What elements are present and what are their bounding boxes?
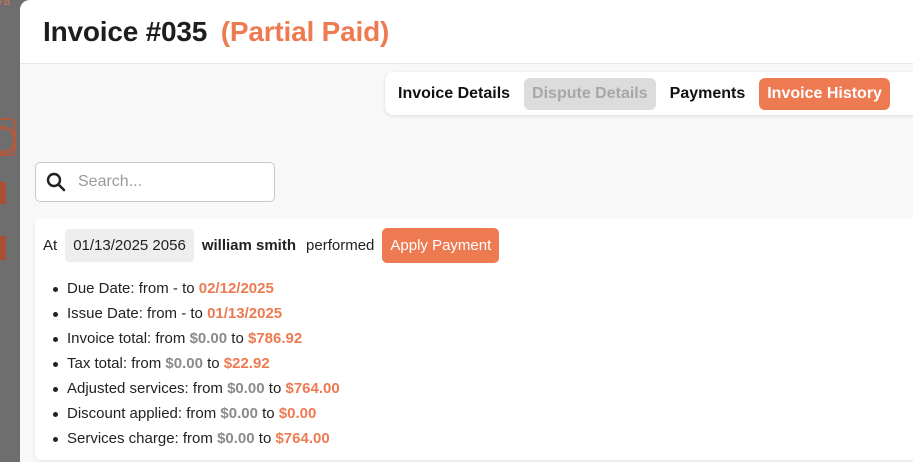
status-badge: (Partial Paid): [220, 15, 390, 47]
change-old-value: $0.00: [220, 405, 258, 422]
page-title: Invoice #035 (Partial Paid): [43, 16, 389, 48]
search-icon: [46, 172, 66, 192]
change-item-invoice-total: Invoice total: from $0.00 to $786.92: [53, 330, 340, 355]
change-item-services-charge: Services charge: from $0.00 to $764.00: [53, 430, 340, 455]
tab-invoice-details[interactable]: Invoice Details: [390, 78, 518, 110]
invoice-number: Invoice #035: [43, 15, 208, 47]
change-old-value: $0.00: [217, 430, 255, 447]
entry-timestamp: 01/13/2025 2056: [65, 228, 194, 262]
tab-payments[interactable]: Payments: [662, 78, 754, 110]
change-new-value: $764.00: [285, 380, 340, 397]
change-item-issue-date: Issue Date: from - to 01/13/2025: [53, 305, 340, 330]
entry-prefix: At: [43, 236, 58, 254]
backdrop-bar-icon: [0, 236, 6, 260]
change-new-value: $786.92: [247, 330, 303, 347]
backdrop-ring-icon: [0, 118, 16, 156]
invoice-modal: Invoice #035 (Partial Paid) Invoice Deta…: [20, 0, 913, 462]
change-new-value: $0.00: [278, 405, 317, 422]
backdrop-text-fragment: va: [0, 0, 11, 8]
search-input[interactable]: [78, 173, 258, 191]
entry-verb: performed: [306, 236, 375, 254]
tab-invoice-history[interactable]: Invoice History: [759, 77, 890, 110]
change-new-value: $22.92: [223, 355, 270, 372]
tab-bar: Invoice Details Dispute Details Payments…: [385, 72, 913, 115]
change-item-tax-total: Tax total: from $0.00 to $22.92: [53, 355, 340, 380]
change-item-due-date: Due Date: from - to 02/12/2025: [53, 280, 340, 305]
change-new-value: 02/12/2025: [198, 280, 274, 297]
change-old-value: $0.00: [165, 355, 203, 372]
entry-action-badge: Apply Payment: [382, 227, 500, 263]
backdrop-square-icon: [0, 182, 6, 204]
change-list: Due Date: from - to 02/12/2025 Issue Dat…: [53, 280, 340, 455]
entry-user: william smith: [201, 236, 297, 254]
modal-header: Invoice #035 (Partial Paid): [20, 0, 913, 64]
search-box[interactable]: [35, 162, 275, 202]
change-old-value: $0.00: [227, 380, 265, 397]
change-item-adjusted-services: Adjusted services: from $0.00 to $764.00: [53, 380, 340, 405]
change-new-value: 01/13/2025: [207, 305, 283, 322]
change-new-value: $764.00: [275, 430, 330, 447]
page-backdrop: va: [0, 0, 20, 462]
change-old-value: $0.00: [189, 330, 228, 347]
history-entry: At 01/13/2025 2056 william smith perform…: [35, 218, 913, 460]
change-item-discount-applied: Discount applied: from $0.00 to $0.00: [53, 405, 340, 430]
tab-dispute-details: Dispute Details: [524, 77, 656, 110]
history-entry-header: At 01/13/2025 2056 william smith perform…: [43, 227, 500, 263]
